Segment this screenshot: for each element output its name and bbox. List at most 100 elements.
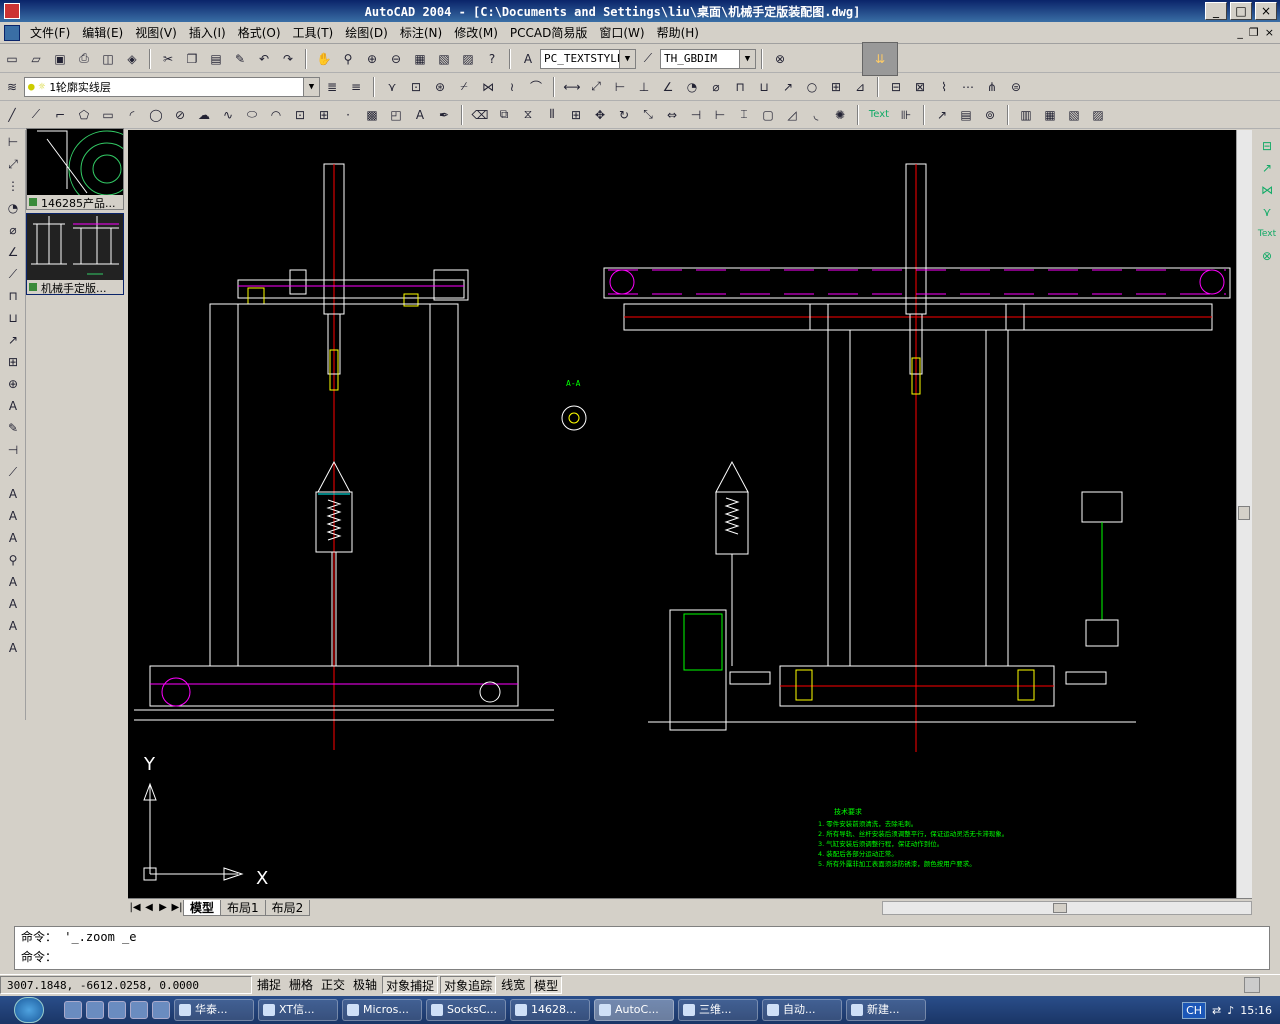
right-tool-3-icon[interactable]: ⋈ — [1257, 180, 1277, 200]
insert-symbol-5-icon[interactable]: ⋔ — [982, 77, 1002, 97]
dim-edit-icon[interactable]: ⊿ — [850, 77, 870, 97]
make-layer-current-icon[interactable]: ≣ — [322, 77, 342, 97]
region-icon[interactable]: ◰ — [386, 105, 406, 125]
task-button[interactable]: 14628... — [510, 999, 590, 1021]
text-tool-button[interactable]: Text — [866, 105, 892, 125]
layer-manager-icon[interactable]: ≋ — [2, 77, 22, 97]
drawing-canvas[interactable]: A-A Y X 技术要求 1. 零件安装前须清洗，去除毛刺。 2. 所有导轨、丝… — [128, 130, 1236, 898]
join-icon[interactable]: ▢ — [758, 105, 778, 125]
quick-launch-firefox-icon[interactable] — [108, 1001, 126, 1019]
quick-launch-ie-icon[interactable] — [64, 1001, 82, 1019]
tray-network-icon[interactable]: ⇄ — [1212, 1004, 1221, 1017]
autocad-app-icon[interactable] — [4, 3, 20, 19]
menu-view[interactable]: 视图(V) — [129, 22, 183, 43]
array-icon[interactable]: ⊞ — [566, 105, 586, 125]
menu-draw[interactable]: 绘图(D) — [339, 22, 394, 43]
insert-symbol-6-icon[interactable]: ⊜ — [1006, 77, 1026, 97]
minimize-button[interactable]: _ — [1205, 2, 1227, 20]
vertical-scroll-thumb[interactable] — [1238, 506, 1250, 520]
design-center-icon[interactable]: ▧ — [434, 49, 454, 69]
tray-volume-icon[interactable]: ♪ — [1227, 1004, 1234, 1017]
command-prompt[interactable]: 命令： — [15, 947, 1269, 967]
text-style-icon[interactable]: A — [518, 49, 538, 69]
offset-icon[interactable]: ⫴ — [542, 105, 562, 125]
dim-tolerance-icon[interactable]: ⊞ — [826, 77, 846, 97]
left-text-style-icon[interactable]: A — [3, 594, 23, 614]
chevron-down-icon[interactable]: ▼ — [739, 49, 755, 68]
right-tool-1-icon[interactable]: ⊟ — [1257, 136, 1277, 156]
mdi-restore-button[interactable]: ❐ — [1249, 26, 1259, 39]
left-leader-icon[interactable]: ↗ — [3, 330, 23, 350]
task-button[interactable]: 华泰... — [174, 999, 254, 1021]
pan-icon[interactable]: ✋ — [314, 49, 334, 69]
horizontal-scroll-thumb[interactable] — [1053, 902, 1067, 913]
spline-icon[interactable]: ∿ — [218, 105, 238, 125]
make-block-icon[interactable]: ⊞ — [314, 105, 334, 125]
mdi-close-button[interactable]: × — [1265, 26, 1274, 39]
scale-icon[interactable]: ⤡ — [638, 105, 658, 125]
left-dim-baseline-icon[interactable]: ⊓ — [3, 286, 23, 306]
dim-style-select[interactable]: TH_GBDIM ▼ — [660, 48, 756, 69]
cut-icon[interactable]: ✂ — [158, 49, 178, 69]
leader-icon[interactable]: ↗ — [932, 105, 952, 125]
dim-ordinate-icon[interactable]: ⊔ — [754, 77, 774, 97]
chevron-down-icon[interactable]: ▼ — [619, 49, 635, 68]
explode-icon[interactable]: ✺ — [830, 105, 850, 125]
task-button[interactable]: XT信... — [258, 999, 338, 1021]
print-icon[interactable]: ⎙ — [74, 49, 94, 69]
tool-palettes-icon[interactable]: ▨ — [458, 49, 478, 69]
dim-leader-icon[interactable]: ↗ — [778, 77, 798, 97]
insert-symbol-1-icon[interactable]: ⊟ — [886, 77, 906, 97]
menu-dimension[interactable]: 标注(N) — [394, 22, 448, 43]
dim-radius-icon[interactable]: ◔ — [682, 77, 702, 97]
table-icon[interactable]: ▤ — [956, 105, 976, 125]
new-file-icon[interactable]: ▭ — [2, 49, 22, 69]
zoom-previous-icon[interactable]: ⊖ — [386, 49, 406, 69]
left-dim-style-icon[interactable]: ⟋ — [3, 462, 23, 482]
dim-vertical-icon[interactable]: ⊥ — [634, 77, 654, 97]
left-dim-continue-icon[interactable]: ⊔ — [3, 308, 23, 328]
balloon-icon[interactable]: ⊚ — [980, 105, 1000, 125]
open-file-icon[interactable]: ▱ — [26, 49, 46, 69]
polar-toggle[interactable]: 极轴 — [350, 976, 380, 994]
trim-icon[interactable]: ⊣ — [686, 105, 706, 125]
start-button[interactable] — [14, 997, 44, 1023]
left-center-mark-icon[interactable]: ⊕ — [3, 374, 23, 394]
task-button-autocad[interactable]: AutoC... — [594, 999, 674, 1021]
pccad-tool-2-icon[interactable]: ⊡ — [406, 77, 426, 97]
undo-icon[interactable]: ↶ — [254, 49, 274, 69]
layer-previous-icon[interactable]: ≡ — [346, 77, 366, 97]
left-quick-dim-icon[interactable]: ⟋ — [3, 264, 23, 284]
left-dim-aligned-icon[interactable]: ⤢ — [3, 154, 23, 174]
coordinate-readout[interactable]: 3007.1848, -6612.0258, 0.0000 — [0, 975, 252, 994]
dim-angular-icon[interactable]: ∠ — [658, 77, 678, 97]
maximize-button[interactable]: □ — [1230, 2, 1252, 20]
command-line[interactable]: 命令： '_.zoom _e 命令： — [14, 926, 1270, 970]
text-style-select[interactable]: PC_TEXTSTYLE ▼ — [540, 48, 636, 69]
pen-icon[interactable]: ✒ — [434, 105, 454, 125]
paste-icon[interactable]: ▤ — [206, 49, 226, 69]
dim-center-icon[interactable]: ○ — [802, 77, 822, 97]
quick-launch-desktop-icon[interactable] — [86, 1001, 104, 1019]
layer-select[interactable]: ● ☼ 1轮廓实线层 ▼ — [24, 76, 320, 97]
construction-line-icon[interactable]: ⟋ — [26, 105, 46, 125]
dim-baseline-icon[interactable]: ⊓ — [730, 77, 750, 97]
dim-linear-icon[interactable]: ⟷ — [562, 77, 582, 97]
left-scale-text-icon[interactable]: A — [3, 616, 23, 636]
left-justify-text-icon[interactable]: A — [3, 638, 23, 658]
arc-icon[interactable]: ◜ — [122, 105, 142, 125]
first-tab-icon[interactable]: |◀ — [128, 902, 142, 913]
menu-pccad[interactable]: PCCAD简易版 — [504, 22, 593, 43]
left-dim-ordinate-icon[interactable]: ⋮ — [3, 176, 23, 196]
horizontal-scrollbar[interactable] — [882, 900, 1252, 915]
bom-3-icon[interactable]: ▧ — [1064, 105, 1084, 125]
fillet-icon[interactable]: ◟ — [806, 105, 826, 125]
quick-launch-app-icon[interactable] — [130, 1001, 148, 1019]
left-spell-icon[interactable]: A — [3, 572, 23, 592]
model-toggle[interactable]: 模型 — [530, 975, 563, 994]
insert-symbol-3-icon[interactable]: ⌇ — [934, 77, 954, 97]
last-tab-icon[interactable]: ▶| — [170, 902, 184, 913]
menu-format[interactable]: 格式(O) — [232, 22, 287, 43]
left-dim-update-icon[interactable]: ⊣ — [3, 440, 23, 460]
ortho-toggle[interactable]: 正交 — [318, 976, 348, 994]
